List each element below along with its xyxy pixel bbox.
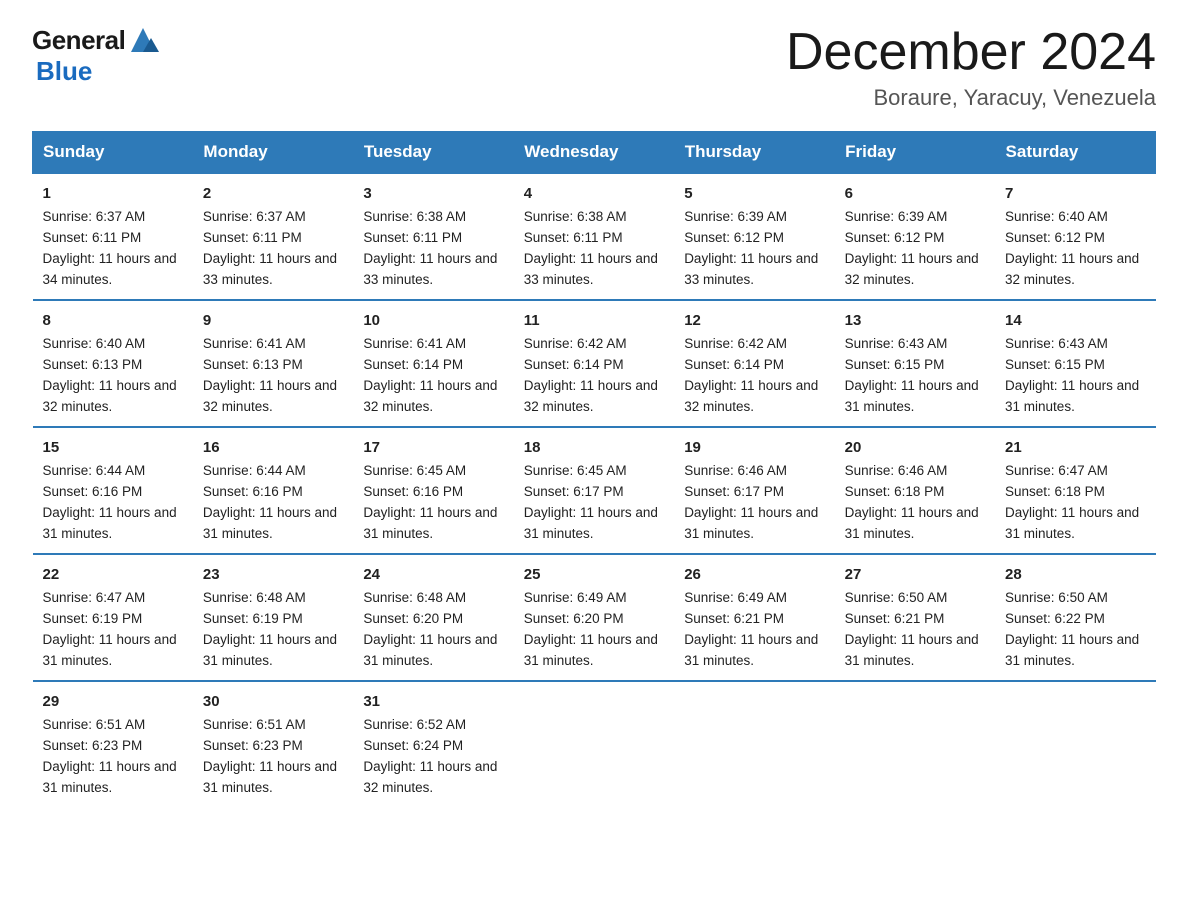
day-number: 30 [203, 690, 343, 713]
day-number: 21 [1005, 436, 1145, 459]
logo-blue-text: Blue [36, 56, 92, 87]
calendar-cell: 14Sunrise: 6:43 AMSunset: 6:15 PMDayligh… [995, 300, 1155, 427]
calendar-cell: 11Sunrise: 6:42 AMSunset: 6:14 PMDayligh… [514, 300, 674, 427]
calendar-cell: 9Sunrise: 6:41 AMSunset: 6:13 PMDaylight… [193, 300, 353, 427]
logo: General Blue [32, 24, 161, 87]
day-number: 18 [524, 436, 664, 459]
day-number: 17 [363, 436, 503, 459]
calendar-cell: 27Sunrise: 6:50 AMSunset: 6:21 PMDayligh… [835, 554, 995, 681]
calendar-header-row: SundayMondayTuesdayWednesdayThursdayFrid… [33, 132, 1156, 174]
calendar-cell [995, 681, 1155, 807]
day-number: 10 [363, 309, 503, 332]
day-number: 3 [363, 182, 503, 205]
page-header: General Blue December 2024 Boraure, Yara… [32, 24, 1156, 111]
calendar-cell: 8Sunrise: 6:40 AMSunset: 6:13 PMDaylight… [33, 300, 193, 427]
calendar-cell [514, 681, 674, 807]
day-number: 29 [43, 690, 183, 713]
day-number: 11 [524, 309, 664, 332]
day-number: 19 [684, 436, 824, 459]
calendar-title: December 2024 [786, 24, 1156, 81]
day-number: 6 [845, 182, 985, 205]
day-number: 26 [684, 563, 824, 586]
calendar-subtitle: Boraure, Yaracuy, Venezuela [786, 85, 1156, 111]
day-number: 4 [524, 182, 664, 205]
calendar-cell: 3Sunrise: 6:38 AMSunset: 6:11 PMDaylight… [353, 173, 513, 300]
calendar-title-section: December 2024 Boraure, Yaracuy, Venezuel… [786, 24, 1156, 111]
calendar-cell: 24Sunrise: 6:48 AMSunset: 6:20 PMDayligh… [353, 554, 513, 681]
header-day-tuesday: Tuesday [353, 132, 513, 174]
calendar-cell: 25Sunrise: 6:49 AMSunset: 6:20 PMDayligh… [514, 554, 674, 681]
calendar-cell: 29Sunrise: 6:51 AMSunset: 6:23 PMDayligh… [33, 681, 193, 807]
day-number: 22 [43, 563, 183, 586]
header-day-sunday: Sunday [33, 132, 193, 174]
day-number: 15 [43, 436, 183, 459]
calendar-cell: 21Sunrise: 6:47 AMSunset: 6:18 PMDayligh… [995, 427, 1155, 554]
calendar-cell: 12Sunrise: 6:42 AMSunset: 6:14 PMDayligh… [674, 300, 834, 427]
calendar-week-row: 8Sunrise: 6:40 AMSunset: 6:13 PMDaylight… [33, 300, 1156, 427]
day-number: 31 [363, 690, 503, 713]
calendar-cell: 28Sunrise: 6:50 AMSunset: 6:22 PMDayligh… [995, 554, 1155, 681]
header-day-saturday: Saturday [995, 132, 1155, 174]
day-number: 12 [684, 309, 824, 332]
logo-general-text: General [32, 25, 125, 56]
calendar-cell: 30Sunrise: 6:51 AMSunset: 6:23 PMDayligh… [193, 681, 353, 807]
logo-icon [127, 24, 159, 56]
calendar-cell: 4Sunrise: 6:38 AMSunset: 6:11 PMDaylight… [514, 173, 674, 300]
day-number: 23 [203, 563, 343, 586]
day-number: 5 [684, 182, 824, 205]
day-number: 14 [1005, 309, 1145, 332]
calendar-cell: 2Sunrise: 6:37 AMSunset: 6:11 PMDaylight… [193, 173, 353, 300]
calendar-cell: 19Sunrise: 6:46 AMSunset: 6:17 PMDayligh… [674, 427, 834, 554]
calendar-week-row: 1Sunrise: 6:37 AMSunset: 6:11 PMDaylight… [33, 173, 1156, 300]
header-day-thursday: Thursday [674, 132, 834, 174]
calendar-cell: 6Sunrise: 6:39 AMSunset: 6:12 PMDaylight… [835, 173, 995, 300]
day-number: 1 [43, 182, 183, 205]
calendar-cell: 22Sunrise: 6:47 AMSunset: 6:19 PMDayligh… [33, 554, 193, 681]
calendar-table: SundayMondayTuesdayWednesdayThursdayFrid… [32, 131, 1156, 807]
calendar-cell: 10Sunrise: 6:41 AMSunset: 6:14 PMDayligh… [353, 300, 513, 427]
calendar-cell: 5Sunrise: 6:39 AMSunset: 6:12 PMDaylight… [674, 173, 834, 300]
day-number: 27 [845, 563, 985, 586]
calendar-cell [835, 681, 995, 807]
calendar-cell: 7Sunrise: 6:40 AMSunset: 6:12 PMDaylight… [995, 173, 1155, 300]
day-number: 16 [203, 436, 343, 459]
day-number: 9 [203, 309, 343, 332]
calendar-cell: 15Sunrise: 6:44 AMSunset: 6:16 PMDayligh… [33, 427, 193, 554]
day-number: 20 [845, 436, 985, 459]
calendar-week-row: 15Sunrise: 6:44 AMSunset: 6:16 PMDayligh… [33, 427, 1156, 554]
header-day-wednesday: Wednesday [514, 132, 674, 174]
calendar-cell: 13Sunrise: 6:43 AMSunset: 6:15 PMDayligh… [835, 300, 995, 427]
header-day-friday: Friday [835, 132, 995, 174]
calendar-week-row: 29Sunrise: 6:51 AMSunset: 6:23 PMDayligh… [33, 681, 1156, 807]
calendar-week-row: 22Sunrise: 6:47 AMSunset: 6:19 PMDayligh… [33, 554, 1156, 681]
day-number: 25 [524, 563, 664, 586]
calendar-cell [674, 681, 834, 807]
calendar-cell: 23Sunrise: 6:48 AMSunset: 6:19 PMDayligh… [193, 554, 353, 681]
day-number: 2 [203, 182, 343, 205]
day-number: 13 [845, 309, 985, 332]
calendar-cell: 20Sunrise: 6:46 AMSunset: 6:18 PMDayligh… [835, 427, 995, 554]
calendar-cell: 17Sunrise: 6:45 AMSunset: 6:16 PMDayligh… [353, 427, 513, 554]
day-number: 7 [1005, 182, 1145, 205]
calendar-cell: 31Sunrise: 6:52 AMSunset: 6:24 PMDayligh… [353, 681, 513, 807]
calendar-cell: 26Sunrise: 6:49 AMSunset: 6:21 PMDayligh… [674, 554, 834, 681]
calendar-cell: 1Sunrise: 6:37 AMSunset: 6:11 PMDaylight… [33, 173, 193, 300]
day-number: 24 [363, 563, 503, 586]
calendar-cell: 16Sunrise: 6:44 AMSunset: 6:16 PMDayligh… [193, 427, 353, 554]
day-number: 8 [43, 309, 183, 332]
calendar-cell: 18Sunrise: 6:45 AMSunset: 6:17 PMDayligh… [514, 427, 674, 554]
day-number: 28 [1005, 563, 1145, 586]
header-day-monday: Monday [193, 132, 353, 174]
